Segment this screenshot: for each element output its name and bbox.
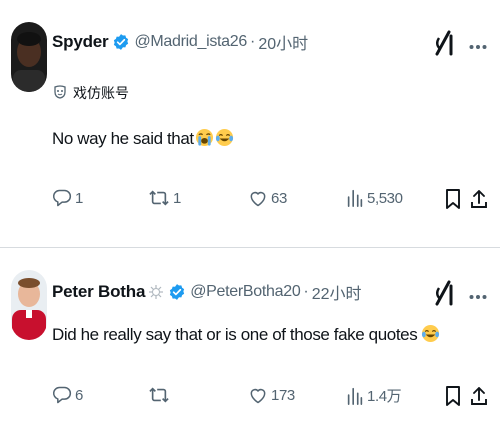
bookmark-icon — [445, 385, 461, 407]
reply-button[interactable]: 6 — [52, 385, 83, 405]
separator-dot: · — [303, 283, 309, 300]
like-icon — [248, 188, 268, 208]
tweet-header: Spyder @Madrid_ista26 · 20小时 — [52, 30, 308, 54]
loudly-crying-face-emoji — [195, 128, 214, 147]
repost-icon — [148, 385, 170, 405]
username-handle[interactable]: @Madrid_ista26 — [134, 33, 247, 51]
tweet-text: No way he said that — [52, 128, 234, 149]
display-name[interactable]: Spyder — [52, 32, 109, 52]
like-count: 63 — [271, 189, 287, 207]
reply-button[interactable]: 1 — [52, 188, 83, 208]
views-icon — [346, 386, 364, 406]
share-button[interactable] — [470, 188, 488, 210]
grok-icon[interactable] — [434, 280, 454, 312]
avatar[interactable] — [11, 22, 47, 92]
reply-icon — [52, 385, 72, 405]
mask-icon — [53, 84, 73, 102]
like-button[interactable]: 63 — [248, 188, 287, 208]
face-with-tears-of-joy-emoji — [421, 324, 440, 343]
tweet-actions: 6 173 1.4万 — [0, 385, 500, 415]
repost-count: 1 — [173, 189, 181, 207]
like-icon — [248, 385, 268, 405]
more-icon[interactable] — [469, 34, 487, 55]
share-icon — [470, 188, 488, 210]
views-button[interactable]: 1.4万 — [346, 385, 402, 406]
verified-badge-icon — [164, 283, 186, 301]
grok-icon[interactable] — [434, 30, 454, 62]
repost-icon — [148, 188, 170, 208]
avatar[interactable] — [11, 270, 47, 340]
bookmark-button[interactable] — [445, 188, 461, 210]
share-icon — [470, 385, 488, 407]
parody-label-text: 戏仿账号 — [73, 85, 129, 101]
tweet-actions: 1 1 63 5,530 — [0, 188, 500, 218]
bookmark-icon — [445, 188, 461, 210]
bookmark-button[interactable] — [445, 385, 461, 407]
repost-button[interactable]: 1 — [148, 188, 181, 208]
username-handle[interactable]: @PeterBotha20 — [190, 283, 301, 301]
reply-icon — [52, 188, 72, 208]
separator-dot: · — [249, 33, 256, 50]
face-with-tears-of-joy-emoji — [215, 128, 234, 147]
views-button[interactable]: 5,530 — [346, 188, 403, 208]
repost-button[interactable] — [148, 385, 173, 405]
display-name[interactable]: Peter Botha — [52, 282, 145, 302]
share-button[interactable] — [470, 385, 488, 407]
parody-account-label: 戏仿账号 — [53, 83, 129, 103]
reply-count: 1 — [75, 189, 83, 207]
verified-badge-icon — [108, 33, 130, 51]
tweet-text-body: No way he said that — [52, 129, 194, 148]
sunburst-emoji — [148, 284, 164, 300]
like-count: 173 — [271, 386, 295, 404]
timestamp[interactable]: 20小时 — [258, 30, 308, 54]
more-icon[interactable] — [469, 284, 487, 305]
tweet-text: Did he really say that or is one of thos… — [52, 324, 440, 345]
view-count: 1.4万 — [367, 388, 402, 405]
like-button[interactable]: 173 — [248, 385, 295, 405]
tweet-text-body: Did he really say that or is one of thos… — [52, 325, 418, 344]
tweet[interactable]: Spyder @Madrid_ista26 · 20小时 戏仿账号 No way… — [0, 0, 500, 248]
tweet[interactable]: Peter Botha @PeterBotha20 · 22小时 Did he … — [0, 248, 500, 440]
reply-count: 6 — [75, 386, 83, 404]
timestamp[interactable]: 22小时 — [312, 280, 362, 304]
tweet-header: Peter Botha @PeterBotha20 · 22小时 — [52, 280, 362, 304]
view-count: 5,530 — [367, 189, 403, 207]
views-icon — [346, 188, 364, 208]
